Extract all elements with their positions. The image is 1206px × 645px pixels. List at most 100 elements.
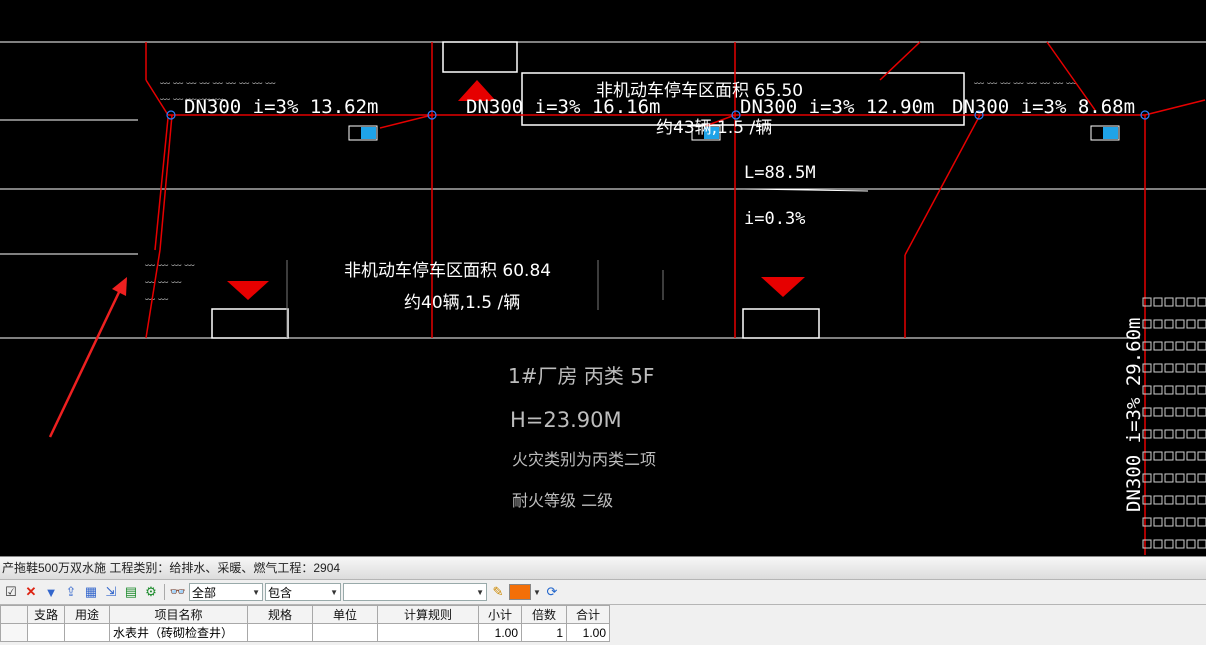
usage-cell[interactable]: [64, 623, 110, 642]
hatch-square: [1186, 429, 1196, 439]
hatch-square: [1175, 407, 1185, 417]
subtotal-cell[interactable]: 1.00: [478, 623, 522, 642]
fire-class-label: 火灾类别为丙类二项: [512, 450, 656, 469]
building-outline: [742, 308, 820, 339]
column-header[interactable]: 用途: [64, 605, 110, 624]
hatch-square: [1153, 429, 1163, 439]
hatch-square: [1175, 495, 1185, 505]
hatch-square: [1197, 451, 1206, 461]
pencil-icon[interactable]: ✎: [489, 583, 507, 601]
chevron-down-icon: ▼: [252, 587, 260, 597]
hatch-square: [1186, 473, 1196, 483]
building-outline: [211, 308, 289, 339]
hatch-square: [1153, 363, 1163, 373]
binoculars-icon[interactable]: 👓: [169, 583, 187, 601]
hatch-square: [1142, 517, 1152, 527]
column-header[interactable]: 小计: [478, 605, 522, 624]
column-header[interactable]: 项目名称: [109, 605, 248, 624]
hatch-square: [1175, 363, 1185, 373]
hatch-square: [1164, 473, 1174, 483]
hatch-square: [1142, 539, 1152, 549]
chevron-down-icon: ▼: [330, 587, 338, 597]
hatch-square: [1164, 319, 1174, 329]
hatch-square: [1197, 429, 1206, 439]
cad-drawing-canvas[interactable]: ﹏ ﹏ ﹏ ﹏ ﹏ ﹏ ﹏ ﹏ ﹏ ﹏ ﹏ ﹏ ﹏ ﹏ ﹏ ﹏ ﹏ ﹏ ﹏ ﹏ …: [0, 0, 1206, 556]
hatch-square: [1186, 363, 1196, 373]
hatch-square: [1175, 539, 1185, 549]
hatch-square: [1197, 539, 1206, 549]
entrance-down-marker: [761, 277, 805, 297]
column-header[interactable]: 支路: [27, 605, 65, 624]
hatch-square: [1153, 341, 1163, 351]
delete-icon[interactable]: ✕: [22, 583, 40, 601]
filter-select[interactable]: ▼: [343, 583, 487, 601]
svg-text:﹏ ﹏ ﹏ ﹏ ﹏ ﹏ ﹏ ﹏: ﹏ ﹏ ﹏ ﹏ ﹏ ﹏ ﹏ ﹏: [974, 75, 1076, 86]
filter-icon[interactable]: ▼: [42, 583, 60, 601]
svg-text:﹏ ﹏ ﹏: ﹏ ﹏ ﹏: [145, 274, 181, 285]
pipe-label: DN300 i=3% 13.62m: [184, 96, 378, 118]
hatch-square: [1164, 407, 1174, 417]
excel-icon[interactable]: ▤: [122, 583, 140, 601]
hatch-square: [1153, 407, 1163, 417]
total-cell[interactable]: 1.00: [566, 623, 610, 642]
column-header[interactable]: 计算规则: [377, 605, 479, 624]
import-icon[interactable]: ⇲: [102, 583, 120, 601]
parking-area-count: 约43辆,1.5 /辆: [656, 118, 772, 138]
hatch-square: [1186, 341, 1196, 351]
hatch-square: [1164, 385, 1174, 395]
settings-icon[interactable]: ⚙: [142, 583, 160, 601]
match-select[interactable]: 包含 ▼: [265, 583, 341, 601]
column-header[interactable]: 合计: [566, 605, 610, 624]
hatch-square: [1164, 363, 1174, 373]
spec-cell[interactable]: [247, 623, 313, 642]
chevron-down-icon[interactable]: ▼: [533, 583, 541, 601]
cad-drawing-svg[interactable]: ﹏ ﹏ ﹏ ﹏ ﹏ ﹏ ﹏ ﹏ ﹏ ﹏ ﹏ ﹏ ﹏ ﹏ ﹏ ﹏ ﹏ ﹏ ﹏ ﹏ …: [0, 0, 1206, 556]
hatch-square: [1153, 473, 1163, 483]
scope-select-value: 全部: [192, 585, 217, 600]
export-icon[interactable]: ⇪: [62, 583, 80, 601]
hatch-grid: [1142, 297, 1206, 549]
color-icon[interactable]: [509, 584, 531, 600]
column-header[interactable]: 单位: [312, 605, 378, 624]
parking-area-count: 约40辆,1.5 /辆: [404, 293, 520, 313]
hatch-square: [1175, 297, 1185, 307]
hatch-square: [1197, 385, 1206, 395]
table-row[interactable]: 水表井（砖砌检查井） 1.00 1 1.00: [0, 623, 610, 642]
unit-cell[interactable]: [312, 623, 378, 642]
panel-title: 产拖鞋500万双水施 工程类别：给排水、采暖、燃气工程：2904: [0, 557, 1206, 580]
row-check-cell[interactable]: [0, 623, 28, 642]
column-header[interactable]: 倍数: [521, 605, 567, 624]
multiplier-cell[interactable]: 1: [521, 623, 567, 642]
hatch-square: [1186, 517, 1196, 527]
building-height: H=23.90M: [510, 408, 622, 432]
hatch-square: [1164, 297, 1174, 307]
hatch-square: [1175, 517, 1185, 527]
svg-text:﹏ ﹏ ﹏ ﹏ ﹏ ﹏ ﹏ ﹏ ﹏: ﹏ ﹏ ﹏ ﹏ ﹏ ﹏ ﹏ ﹏ ﹏: [160, 75, 275, 86]
slope-label: i=0.3%: [744, 209, 805, 229]
scope-select[interactable]: 全部 ▼: [189, 583, 263, 601]
table-icon[interactable]: ▦: [82, 583, 100, 601]
hatch-square: [1175, 319, 1185, 329]
match-select-value: 包含: [268, 585, 293, 600]
hatch-square: [1197, 341, 1206, 351]
entrance-down-marker: [227, 281, 269, 300]
hatch-square: [1197, 407, 1206, 417]
rule-cell[interactable]: [377, 623, 479, 642]
hatch-square: [1197, 495, 1206, 505]
parking-area-title: 非机动车停车区面积 65.50: [596, 81, 803, 101]
item-name-cell[interactable]: 水表井（砖砌检查井）: [109, 623, 248, 642]
hatch-square: [1153, 539, 1163, 549]
annotation-arrow: [48, 277, 127, 438]
fire-rating-label: 耐火等级 二级: [512, 491, 613, 510]
branch-cell[interactable]: [27, 623, 65, 642]
column-header[interactable]: [0, 605, 28, 624]
hatch-square: [1186, 407, 1196, 417]
quantity-table: 支路 用途 项目名称 规格 单位 计算规则 小计 倍数 合计 水表井（砖砌检查井…: [0, 605, 610, 642]
hatch-square: [1197, 319, 1206, 329]
hatch-square: [1153, 517, 1163, 527]
refresh-icon[interactable]: ⟳: [543, 583, 561, 601]
column-header[interactable]: 规格: [247, 605, 313, 624]
hatch-square: [1186, 385, 1196, 395]
check-icon[interactable]: ☑: [2, 583, 20, 601]
hatch-square: [1153, 451, 1163, 461]
